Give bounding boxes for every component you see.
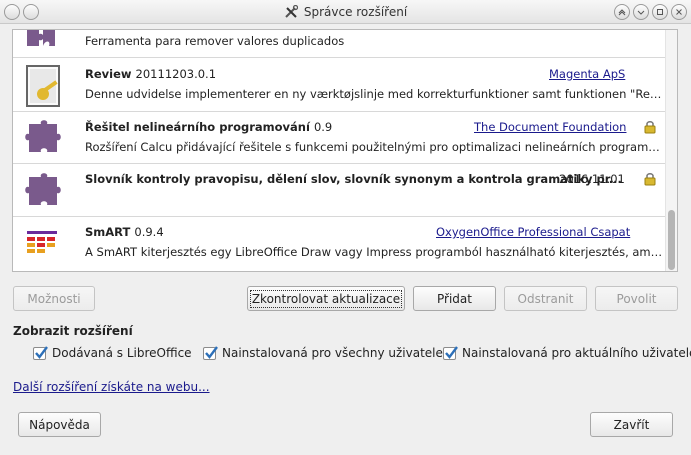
puzzle-icon [25, 173, 61, 205]
publisher-link[interactable]: Magenta ApS [549, 67, 625, 81]
bundled-checkbox[interactable]: Dodávaná s LibreOffice [33, 345, 192, 360]
extension-row[interactable]: Ferramenta para remover valores duplicad… [13, 30, 667, 58]
bundled-checkbox-label: Dodávaná s LibreOffice [52, 346, 192, 360]
shade-button[interactable] [614, 4, 630, 20]
extension-row[interactable]: Řešitel nelineárního programování 0.9 Th… [13, 112, 667, 164]
extension-row[interactable]: Review 20111203.0.1 Magenta ApS Denne ud… [13, 59, 667, 112]
extension-description: Ferramenta para remover valores duplicad… [85, 34, 345, 48]
document-key-icon [26, 65, 60, 107]
add-button[interactable]: Přidat [413, 286, 496, 311]
extension-name: Řešitel nelineárního programování 0.9 [85, 120, 333, 134]
extension-name: SmART 0.9.4 [85, 225, 164, 239]
extension-version: 2016.11.01 [559, 172, 625, 186]
extension-row[interactable]: Slovník kontroly pravopisu, dělení slov,… [13, 164, 667, 217]
filter-section-title: Zobrazit rozšíření [13, 324, 133, 338]
shared-checkbox[interactable]: Nainstalovaná pro všechny uživatele [203, 345, 443, 360]
extension-list[interactable]: Ferramenta para remover valores duplicad… [12, 29, 678, 272]
tools-icon [285, 5, 298, 18]
scrollbar-thumb[interactable] [668, 210, 675, 270]
smart-icon [27, 231, 57, 253]
lock-icon [644, 173, 656, 186]
check-updates-button[interactable]: Zkontrolovat aktualizace [247, 286, 405, 311]
get-more-extensions-link[interactable]: Další rozšíření získáte na webu... [13, 380, 210, 394]
list-scrollbar[interactable] [665, 30, 677, 271]
user-checkbox-label: Nainstalovaná pro aktuálního uživatele [462, 346, 691, 360]
remove-button[interactable]: Odstranit [504, 286, 587, 311]
enable-button[interactable]: Povolit [595, 286, 678, 311]
extension-description: Rozšíření Calcu přidávající řešitele s f… [85, 140, 663, 154]
minimize-button[interactable] [633, 4, 649, 20]
title-bar: Správce rozšíření [0, 0, 691, 24]
options-button[interactable]: Možnosti [13, 286, 95, 311]
window-title: Správce rozšíření [303, 5, 408, 19]
extension-name: Review 20111203.0.1 [85, 67, 217, 81]
maximize-button[interactable] [652, 4, 668, 20]
extension-name: Slovník kontroly pravopisu, dělení slov,… [85, 172, 622, 186]
publisher-link[interactable]: OxygenOffice Professional Csapat [436, 225, 630, 239]
extension-description: A SmART kiterjesztés egy LibreOffice Dra… [85, 245, 663, 259]
close-button[interactable]: Zavřít [590, 412, 673, 437]
shared-checkbox-label: Nainstalovaná pro všechny uživatele [222, 346, 443, 360]
close-window-button[interactable] [671, 4, 687, 20]
extension-description: Denne udvidelse implementerer en ny værk… [85, 87, 663, 101]
help-button[interactable]: Nápověda [18, 412, 101, 437]
extension-row[interactable]: SmART 0.9.4 OxygenOffice Professional Cs… [13, 217, 667, 271]
publisher-link[interactable]: The Document Foundation [474, 120, 626, 134]
puzzle-icon [25, 120, 61, 152]
lock-icon [644, 121, 656, 134]
puzzle-icon [27, 30, 55, 46]
user-checkbox[interactable]: Nainstalovaná pro aktuálního uživatele [443, 345, 691, 360]
